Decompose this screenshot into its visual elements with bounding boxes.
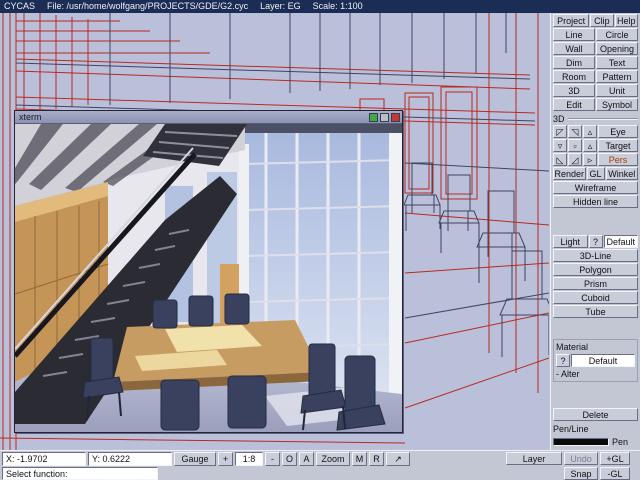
tool-text-button[interactable]: Text bbox=[596, 56, 638, 69]
light-default-dropdown[interactable]: Default bbox=[603, 235, 638, 248]
solid-tube-button[interactable]: Tube bbox=[553, 305, 638, 318]
window-maximize-button[interactable] bbox=[380, 112, 389, 122]
tool-dim-button[interactable]: Dim bbox=[553, 56, 595, 69]
status-toolbar: X: -1.9702 Y: 0.6222 Gauge + 1:8 - O A Z… bbox=[0, 450, 640, 480]
origin-button[interactable]: O bbox=[282, 452, 297, 466]
view-nav-up2-icon[interactable]: ▵ bbox=[583, 139, 597, 152]
solid-polygon-button[interactable]: Polygon bbox=[553, 263, 638, 276]
section-divider bbox=[567, 117, 638, 120]
status-message-field: Select function: bbox=[2, 467, 158, 480]
tool-circle-button[interactable]: Circle bbox=[596, 28, 638, 41]
layer-label: Layer: EG bbox=[260, 1, 301, 11]
xterm-window: xterm bbox=[14, 110, 403, 433]
solid-cuboid-button[interactable]: Cuboid bbox=[553, 291, 638, 304]
tool-panel: Project Clip Help Line Circle Wall Openi… bbox=[550, 13, 640, 461]
move-button[interactable]: M bbox=[352, 452, 367, 466]
app-titlebar: CYCAS File: /usr/home/wolfgang/PROJECTS/G… bbox=[0, 0, 640, 13]
window-iconify-button[interactable] bbox=[369, 112, 378, 122]
redraw-button[interactable]: R bbox=[369, 452, 384, 466]
material-group: Material ? Default - Alter bbox=[553, 339, 638, 382]
view-nav-downleft-icon[interactable]: ◺ bbox=[553, 153, 567, 166]
tool-edit-button[interactable]: Edit bbox=[553, 98, 595, 111]
view-nav-center-icon[interactable]: ▫ bbox=[568, 139, 582, 152]
app-name: CYCAS bbox=[4, 1, 36, 11]
xterm-titlebar[interactable]: xterm bbox=[15, 111, 402, 124]
tool-line-button[interactable]: Line bbox=[553, 28, 595, 41]
pen-line-label: Pen/Line bbox=[553, 424, 589, 434]
hidden-line-button[interactable]: Hidden line bbox=[553, 195, 638, 208]
scale-label: Scale: 1:100 bbox=[312, 1, 363, 11]
gauge-button[interactable]: Gauge bbox=[174, 452, 216, 466]
rendered-scene bbox=[15, 124, 402, 432]
material-label: Material bbox=[556, 342, 589, 352]
wireframe-button[interactable]: Wireframe bbox=[553, 181, 638, 194]
view-nav-downright-icon[interactable]: ◿ bbox=[568, 153, 582, 166]
layer-button[interactable]: Layer bbox=[506, 452, 562, 465]
light-button[interactable]: Light bbox=[553, 235, 588, 248]
northeast-arrow-icon: ↗ bbox=[394, 454, 402, 464]
view-nav-down-icon[interactable]: ▿ bbox=[553, 139, 567, 152]
section-3d-label: 3D bbox=[553, 113, 565, 124]
y-coordinate-display: Y: 0.6222 bbox=[88, 452, 172, 466]
view-eye-button[interactable]: Eye bbox=[598, 125, 638, 138]
tool-pattern-button[interactable]: Pattern bbox=[596, 70, 638, 83]
zoom-button[interactable]: Zoom bbox=[316, 452, 350, 466]
view-pers-button[interactable]: Pers bbox=[598, 153, 638, 166]
view-nav-right-icon[interactable]: ▹ bbox=[583, 153, 597, 166]
delete-button[interactable]: Delete bbox=[553, 408, 638, 421]
tool-wall-button[interactable]: Wall bbox=[553, 42, 595, 55]
pen-swatch-label: Pen bbox=[612, 437, 629, 447]
tool-3d-button[interactable]: 3D bbox=[553, 84, 595, 97]
rendered-view bbox=[15, 124, 402, 432]
tool-opening-button[interactable]: Opening bbox=[596, 42, 638, 55]
snap-button[interactable]: Snap bbox=[564, 467, 598, 480]
menu-help-button[interactable]: Help bbox=[614, 14, 638, 27]
winkel-button[interactable]: Winkel bbox=[605, 167, 638, 180]
xterm-title: xterm bbox=[19, 112, 42, 122]
solid-3dline-button[interactable]: 3D-Line bbox=[553, 249, 638, 262]
tool-room-button[interactable]: Room bbox=[553, 70, 595, 83]
undo-button[interactable]: Undo bbox=[564, 452, 598, 465]
view-nav-up-icon[interactable]: ▵ bbox=[583, 125, 597, 138]
material-alter-option[interactable]: - Alter bbox=[556, 369, 635, 379]
tool-unit-button[interactable]: Unit bbox=[596, 84, 638, 97]
plus-gl-button[interactable]: +GL bbox=[600, 452, 630, 465]
view-target-button[interactable]: Target bbox=[598, 139, 638, 152]
tool-symbol-button[interactable]: Symbol bbox=[596, 98, 638, 111]
material-default-dropdown[interactable]: Default bbox=[571, 354, 635, 367]
cycas-application-window: CYCAS File: /usr/home/wolfgang/PROJECTS/G… bbox=[0, 0, 640, 480]
section-3d-header: 3D bbox=[553, 113, 638, 124]
menu-clip-button[interactable]: Clip bbox=[590, 14, 614, 27]
view-nav-upleft-icon[interactable]: ◸ bbox=[553, 125, 567, 138]
minus-gl-button[interactable]: -GL bbox=[600, 467, 630, 480]
x-coordinate-display: X: -1.9702 bbox=[2, 452, 86, 466]
view-nav-upright-icon[interactable]: ◹ bbox=[568, 125, 582, 138]
solid-prism-button[interactable]: Prism bbox=[553, 277, 638, 290]
window-close-button[interactable] bbox=[391, 112, 400, 122]
menu-project-button[interactable]: Project bbox=[553, 14, 590, 27]
zoom-in-button[interactable]: + bbox=[218, 452, 233, 466]
file-path-label: File: /usr/home/wolfgang/PROJECTS/GDE/G2… bbox=[47, 1, 249, 11]
zoom-out-button[interactable]: - bbox=[265, 452, 280, 466]
pointer-arrow-button[interactable]: ↗ bbox=[386, 452, 410, 466]
zoom-ratio-field[interactable]: 1:8 bbox=[235, 452, 263, 466]
all-button[interactable]: A bbox=[299, 452, 314, 466]
gl-button[interactable]: GL bbox=[586, 167, 605, 180]
pen-color-swatch[interactable] bbox=[553, 438, 609, 446]
material-help-button[interactable]: ? bbox=[556, 354, 570, 367]
render-button[interactable]: Render bbox=[553, 167, 586, 180]
light-help-button[interactable]: ? bbox=[588, 235, 603, 248]
